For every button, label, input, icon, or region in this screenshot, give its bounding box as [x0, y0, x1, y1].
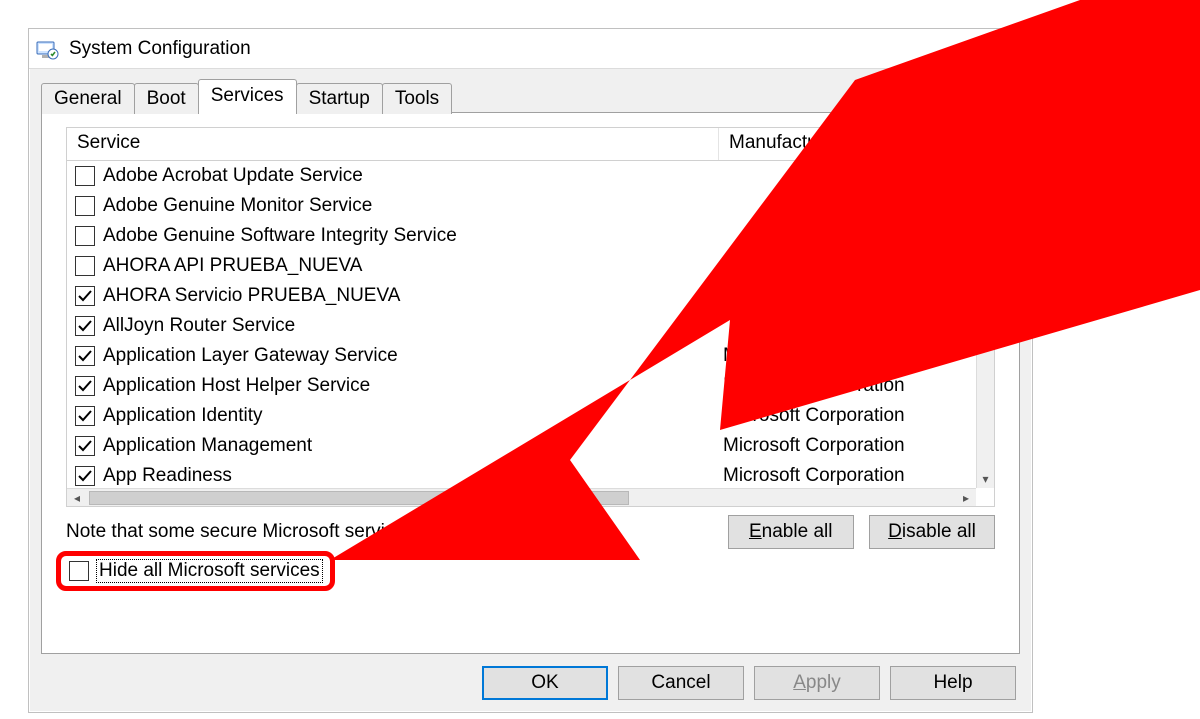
- service-checkbox[interactable]: [75, 376, 95, 396]
- scroll-thumb[interactable]: [89, 491, 629, 505]
- service-checkbox[interactable]: [75, 436, 95, 456]
- scroll-down-icon[interactable]: ▾: [977, 470, 995, 488]
- hide-all-microsoft-services-label[interactable]: Hide all Microsoft services: [97, 560, 322, 582]
- help-button[interactable]: Help: [890, 666, 1016, 700]
- enable-all-button[interactable]: Enable all: [728, 515, 854, 549]
- service-checkbox[interactable]: [75, 286, 95, 306]
- tab-tools[interactable]: Tools: [382, 83, 452, 114]
- service-name: AllJoyn Router Service: [103, 315, 723, 337]
- service-manufacturer: Microsoft Corporation: [723, 435, 973, 457]
- enable-all-label-rest: nable all: [762, 521, 833, 542]
- service-manufacturer: Microsoft Corporation: [723, 375, 973, 397]
- service-name: Application Identity: [103, 405, 723, 427]
- service-name: Adobe Genuine Software Integrity Service: [103, 225, 723, 247]
- tabstrip: GeneralBootServicesStartupTools: [41, 79, 1020, 113]
- close-icon: [994, 41, 1010, 57]
- hide-all-microsoft-services-checkbox[interactable]: [69, 561, 89, 581]
- system-configuration-window: System Configuration GeneralBootServices…: [28, 28, 1033, 713]
- service-checkbox[interactable]: [75, 316, 95, 336]
- horizontal-scrollbar[interactable]: ◂ ▸: [67, 488, 976, 506]
- service-name: AHORA API PRUEBA_NUEVA: [103, 255, 723, 277]
- ok-button[interactable]: OK: [482, 666, 608, 700]
- tab-general[interactable]: General: [41, 83, 135, 114]
- service-row[interactable]: Application Host Helper ServiceMicrosoft…: [67, 371, 976, 401]
- column-header-service[interactable]: Service: [67, 128, 719, 160]
- service-row[interactable]: Application IdentityMicrosoft Corporatio…: [67, 401, 976, 431]
- scroll-left-icon[interactable]: ◂: [67, 489, 87, 507]
- service-manufacturer: Microsoft Corporation: [723, 345, 973, 367]
- service-name: App Readiness: [103, 465, 723, 487]
- service-row[interactable]: Adobe Genuine Software Integrity Service: [67, 221, 976, 251]
- service-row[interactable]: AllJoyn Router Service: [67, 311, 976, 341]
- service-row[interactable]: AHORA API PRUEBA_NUEVA: [67, 251, 976, 281]
- service-name: AHORA Servicio PRUEBA_NUEVA: [103, 285, 723, 307]
- app-icon: [35, 37, 59, 61]
- service-name: Adobe Acrobat Update Service: [103, 165, 723, 187]
- window-title: System Configuration: [69, 38, 251, 60]
- apply-button[interactable]: Apply: [754, 666, 880, 700]
- tab-services[interactable]: Services: [198, 79, 297, 113]
- service-row[interactable]: Adobe Genuine Monitor Service: [67, 191, 976, 221]
- disable-all-button[interactable]: Disable all: [869, 515, 995, 549]
- close-button[interactable]: [972, 29, 1032, 69]
- service-checkbox[interactable]: [75, 346, 95, 366]
- service-row[interactable]: Adobe Acrobat Update Service: [67, 161, 976, 191]
- service-checkbox[interactable]: [75, 406, 95, 426]
- listview-body: Adobe Acrobat Update Service Adobe Genuin…: [67, 161, 976, 488]
- column-header-manufacturer[interactable]: Manufacturer: [719, 128, 969, 160]
- service-manufacturer: Microsoft Corporation: [723, 465, 973, 487]
- service-name: Application Layer Gateway Service: [103, 345, 723, 367]
- service-name: Application Host Helper Service: [103, 375, 723, 397]
- service-checkbox[interactable]: [75, 226, 95, 246]
- service-checkbox[interactable]: [75, 196, 95, 216]
- tab-boot[interactable]: Boot: [134, 83, 199, 114]
- service-name: Application Management: [103, 435, 723, 457]
- scroll-right-icon[interactable]: ▸: [956, 489, 976, 507]
- service-row[interactable]: AHORA Servicio PRUEBA_NUEVA: [67, 281, 976, 311]
- dialog-button-row: OK Cancel Apply Help: [472, 666, 1016, 700]
- disable-all-label-rest: isable all: [902, 521, 976, 542]
- listview-header[interactable]: Service Manufacturer: [67, 127, 994, 161]
- vertical-scrollbar[interactable]: ▾: [976, 161, 994, 488]
- cancel-button[interactable]: Cancel: [618, 666, 744, 700]
- service-manufacturer: Microsoft Corporation: [723, 405, 973, 427]
- service-row[interactable]: App ReadinessMicrosoft Corporation: [67, 461, 976, 488]
- note-row: Note that some secure Microsoft services…: [66, 515, 995, 549]
- client-area: GeneralBootServicesStartupTools Service …: [29, 69, 1032, 712]
- tab-startup[interactable]: Startup: [296, 83, 383, 114]
- service-checkbox[interactable]: [75, 256, 95, 276]
- service-name: Adobe Genuine Monitor Service: [103, 195, 723, 217]
- tabpage-services: Service Manufacturer Adobe Acrobat Updat…: [41, 112, 1020, 654]
- service-checkbox[interactable]: [75, 166, 95, 186]
- services-listview[interactable]: Service Manufacturer Adobe Acrobat Updat…: [66, 127, 995, 507]
- service-row[interactable]: Application ManagementMicrosoft Corporat…: [67, 431, 976, 461]
- hide-all-microsoft-services-highlight: Hide all Microsoft services: [56, 551, 335, 591]
- service-checkbox[interactable]: [75, 466, 95, 486]
- service-row[interactable]: Application Layer Gateway ServiceMicroso…: [67, 341, 976, 371]
- titlebar: System Configuration: [29, 29, 1032, 69]
- secure-services-note: Note that some secure Microsoft services…: [66, 521, 595, 543]
